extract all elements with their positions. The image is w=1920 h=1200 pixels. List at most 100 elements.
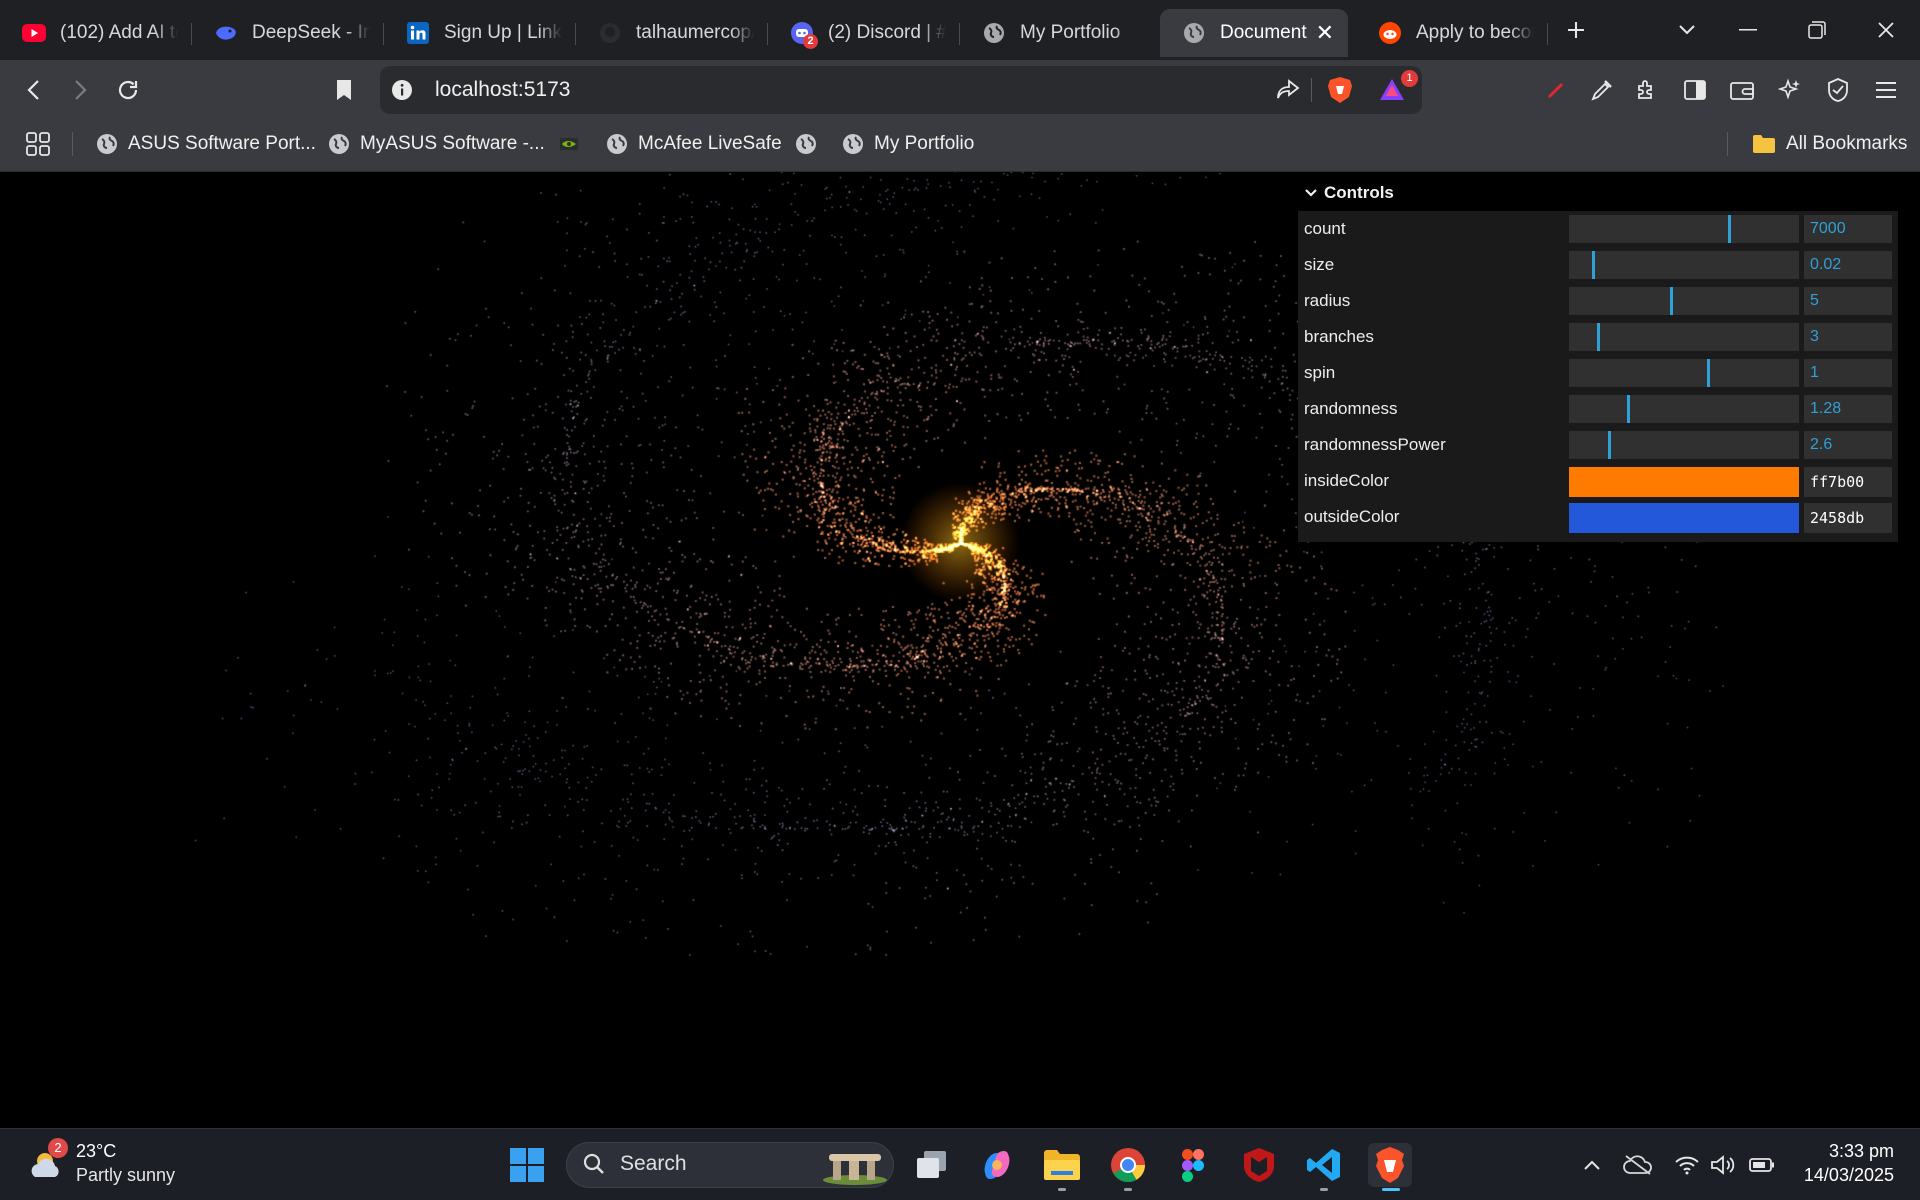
outsideColor-swatch[interactable] (1569, 503, 1799, 533)
spin-slider[interactable] (1569, 359, 1799, 387)
weather-icon[interactable]: 2 (22, 1138, 72, 1190)
randomnessPower-slider[interactable] (1569, 431, 1799, 459)
url-text[interactable]: localhost:5173 (435, 78, 570, 102)
globe-icon (607, 134, 627, 154)
close-window-button[interactable] (1851, 0, 1920, 60)
branches-input[interactable]: 3 (1804, 323, 1892, 351)
apps-grid-icon[interactable] (20, 126, 56, 162)
slider-handle[interactable] (1608, 431, 1611, 459)
globe-icon (982, 21, 1006, 45)
weather-badge: 2 (48, 1138, 68, 1158)
all-bookmarks-button[interactable]: All Bookmarks (1752, 130, 1907, 158)
randomness-slider[interactable] (1569, 395, 1799, 423)
windows-start-icon[interactable] (505, 1143, 549, 1187)
globe-icon (1182, 21, 1206, 45)
forward-button[interactable] (60, 70, 100, 110)
controls-panel: Controls count 7000 size 0.02 radius 5 branche… (1298, 175, 1898, 542)
bookmark-mcafee[interactable]: McAfee LiveSafe (606, 130, 782, 158)
bookmark-my-portfolio[interactable]: My Portfolio (842, 130, 974, 158)
vscode-icon[interactable] (1302, 1143, 1346, 1187)
back-button[interactable] (14, 70, 54, 110)
slider-handle[interactable] (1597, 323, 1600, 351)
wallet-icon[interactable] (1724, 72, 1760, 108)
leo-ai-icon[interactable] (1772, 72, 1808, 108)
insideColor-swatch[interactable] (1569, 467, 1799, 497)
clock-date[interactable]: 14/03/2025 (1804, 1165, 1894, 1186)
menu-icon[interactable] (1868, 72, 1904, 108)
tab-reddit[interactable]: Apply to becom (1356, 9, 1548, 57)
minimize-button[interactable] (1713, 0, 1783, 60)
chevron-up-icon[interactable] (1570, 1143, 1614, 1187)
radius-slider[interactable] (1569, 287, 1799, 315)
randomness-input[interactable]: 1.28 (1804, 395, 1892, 423)
pen-extension-icon[interactable] (1538, 72, 1574, 108)
discord-badge: 2 (803, 34, 818, 49)
control-label: outsideColor (1304, 507, 1400, 526)
insideColor-hex-input[interactable]: ff7b00 (1804, 467, 1892, 497)
battery-icon[interactable] (1740, 1143, 1784, 1187)
tab-discord[interactable]: 2 (2) Discord | #g (768, 9, 960, 57)
file-explorer-icon[interactable] (1040, 1143, 1084, 1187)
site-info-icon[interactable] (384, 72, 420, 108)
extensions-icon[interactable] (1629, 72, 1665, 108)
color-picker-icon[interactable] (1584, 72, 1620, 108)
bookmark-button[interactable] (324, 70, 364, 110)
chrome-icon[interactable] (1106, 1143, 1150, 1187)
task-view-icon[interactable] (910, 1143, 954, 1187)
tab-search-button[interactable] (1652, 0, 1722, 60)
control-label: randomnessPower (1304, 435, 1446, 454)
bookmark-nvidia[interactable] (558, 130, 580, 158)
slider-handle[interactable] (1728, 215, 1731, 243)
size-slider[interactable] (1569, 251, 1799, 279)
bookmark-label: McAfee LiveSafe (638, 133, 782, 154)
slider-handle[interactable] (1707, 359, 1710, 387)
bookmark-asus-portal[interactable]: ASUS Software Port... (96, 130, 316, 158)
new-tab-button[interactable] (1548, 6, 1604, 54)
controls-header[interactable]: Controls (1298, 175, 1898, 211)
restore-button[interactable] (1782, 0, 1852, 60)
close-tab-icon[interactable]: ✕ (1316, 20, 1334, 46)
randomnessPower-input[interactable]: 2.6 (1804, 431, 1892, 459)
slider-handle[interactable] (1670, 287, 1673, 315)
minimize-icon (1739, 29, 1757, 31)
share-icon[interactable] (1270, 72, 1306, 108)
copilot-icon[interactable] (975, 1143, 1019, 1187)
control-row-branches: branches 3 (1298, 319, 1898, 355)
chevron-down-icon (1305, 189, 1317, 197)
slider-handle[interactable] (1627, 395, 1630, 423)
brave-icon[interactable] (1368, 1143, 1412, 1187)
brave-rewards-icon[interactable]: 1 (1374, 70, 1418, 108)
tab-youtube[interactable]: (102) Add AI to (0, 9, 192, 57)
figma-icon[interactable] (1171, 1143, 1215, 1187)
sidebar-icon[interactable] (1677, 72, 1713, 108)
onedrive-off-icon[interactable] (1616, 1143, 1660, 1187)
branches-slider[interactable] (1569, 323, 1799, 351)
size-input[interactable]: 0.02 (1804, 251, 1892, 279)
reload-button[interactable] (108, 70, 148, 110)
count-slider[interactable] (1569, 215, 1799, 243)
weather-desc[interactable]: Partly sunny (76, 1165, 175, 1186)
tab-document[interactable]: Document ✕ (1160, 9, 1348, 57)
control-row-randomness: randomness 1.28 (1298, 391, 1898, 427)
search-placeholder[interactable]: Search (620, 1152, 687, 1176)
tab-title: (102) Add AI to (60, 22, 178, 43)
weather-temp[interactable]: 23°C (76, 1141, 116, 1162)
outsideColor-hex-input[interactable]: 2458db (1804, 503, 1892, 533)
volume-icon[interactable] (1702, 1143, 1744, 1187)
vpn-icon[interactable] (1820, 72, 1856, 108)
close-icon (1878, 22, 1894, 38)
count-input[interactable]: 7000 (1804, 215, 1892, 243)
tab-linkedin[interactable]: Sign Up | LinkedIn (384, 9, 576, 57)
radius-input[interactable]: 5 (1804, 287, 1892, 315)
clock-time[interactable]: 3:33 pm (1829, 1141, 1894, 1162)
bookmark-myasus[interactable]: MyASUS Software -... (328, 130, 545, 158)
spin-input[interactable]: 1 (1804, 359, 1892, 387)
restore-icon (1808, 21, 1826, 39)
slider-handle[interactable] (1592, 251, 1595, 279)
bookmark-unnamed[interactable] (795, 130, 827, 158)
brave-shields-icon[interactable] (1322, 72, 1358, 108)
mcafee-icon[interactable] (1237, 1143, 1281, 1187)
tab-github[interactable]: talhaumercop/p (576, 9, 768, 57)
tab-my-portfolio[interactable]: My Portfolio (960, 9, 1152, 57)
tab-deepseek[interactable]: DeepSeek - Into (192, 9, 384, 57)
